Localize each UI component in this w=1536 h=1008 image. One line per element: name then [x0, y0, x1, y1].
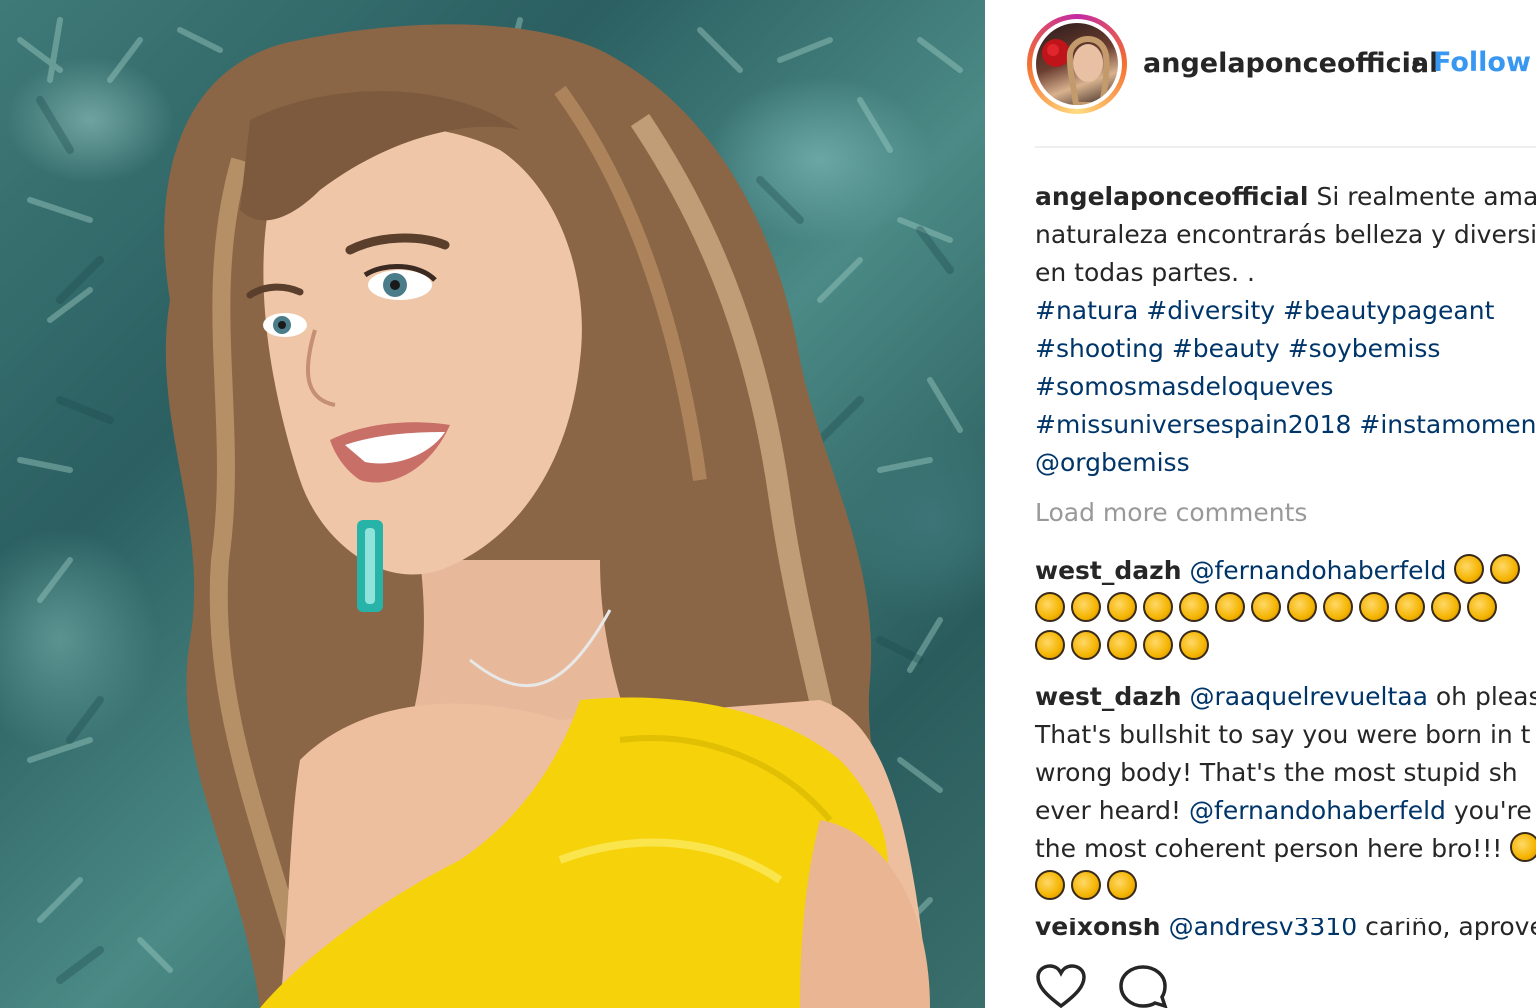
- emoji-row: [1454, 554, 1526, 585]
- caption-mention[interactable]: @orgbemiss: [1035, 444, 1536, 482]
- comment-text: ever heard!: [1035, 796, 1182, 825]
- comment-mention[interactable]: @fernandohaberfeld: [1189, 796, 1446, 825]
- photo-illustration: [17, 17, 963, 1008]
- clapping-hands-icon: [1035, 630, 1065, 660]
- clapping-hands-icon: [1510, 832, 1536, 862]
- caption-hashtags[interactable]: #missuniversespain2018 #instamomen: [1035, 406, 1536, 444]
- comment-text: cariño, aprove: [1365, 918, 1536, 941]
- clapping-hands-icon: [1454, 554, 1485, 584]
- clapping-hands-icon: [1107, 592, 1137, 622]
- clapping-hands-icon: [1251, 592, 1281, 622]
- comment-text: oh pleas: [1435, 682, 1536, 711]
- comment-username[interactable]: west_dazh: [1035, 682, 1182, 711]
- post-header: angelaponceofficial • Follow: [985, 0, 1536, 148]
- clapping-hands-icon: [1359, 592, 1389, 622]
- comment-text: you're: [1453, 796, 1532, 825]
- clapping-hands-icon: [1490, 554, 1521, 584]
- emoji-row: [1035, 870, 1143, 901]
- clapping-hands-icon: [1071, 592, 1101, 622]
- clapping-hands-icon: [1107, 630, 1137, 660]
- post-author-username[interactable]: angelaponceofficial: [1143, 48, 1438, 79]
- emoji-row: [1035, 630, 1215, 661]
- clapping-hands-icon: [1467, 592, 1497, 622]
- emoji-row: [1510, 832, 1536, 863]
- comment-text: wrong body! That's the most stupid sh: [1035, 758, 1518, 787]
- follow-button[interactable]: Follow: [1433, 47, 1531, 78]
- heart-icon[interactable]: [1035, 964, 1087, 1008]
- comment-icon[interactable]: [1117, 964, 1169, 1008]
- clapping-hands-icon: [1215, 592, 1245, 622]
- caption-text: Si realmente amas: [1316, 182, 1536, 211]
- clapping-hands-icon: [1179, 592, 1209, 622]
- clapping-hands-icon: [1431, 592, 1461, 622]
- clapping-hands-icon: [1395, 592, 1425, 622]
- caption-hashtags[interactable]: #somosmasdeloqueves: [1035, 368, 1536, 406]
- caption: angelaponceofficial Si realmente amas na…: [1035, 178, 1536, 482]
- clapping-hands-icon: [1143, 630, 1173, 660]
- clapping-hands-icon: [1179, 630, 1209, 660]
- post-photo[interactable]: [0, 0, 985, 1008]
- comment: west_dazh @raaquelrevueltaa oh pleas Tha…: [1035, 678, 1536, 906]
- caption-username[interactable]: angelaponceofficial: [1035, 182, 1309, 211]
- comment-username[interactable]: veixonsh: [1035, 918, 1161, 941]
- comment-mention[interactable]: @fernandohaberfeld: [1189, 556, 1446, 585]
- clapping-hands-icon: [1323, 592, 1353, 622]
- clapping-hands-icon: [1071, 870, 1101, 900]
- separator-dot: •: [1409, 50, 1424, 78]
- comment-text: That's bullshit to say you were born in …: [1035, 720, 1531, 749]
- avatar-image: [1036, 23, 1118, 105]
- avatar[interactable]: [1027, 14, 1127, 114]
- load-more-comments-button[interactable]: Load more comments: [1035, 498, 1307, 527]
- post-side-panel: angelaponceofficial • Follow angelaponce…: [985, 0, 1536, 1008]
- comment: veixonsh @andresv3310 cariño, aprove: [1035, 918, 1536, 944]
- caption-line: en todas partes. .: [1035, 258, 1255, 287]
- clapping-hands-icon: [1035, 870, 1065, 900]
- clapping-hands-icon: [1143, 592, 1173, 622]
- caption-hashtags[interactable]: #shooting #beauty #soybemiss: [1035, 330, 1536, 368]
- comment: west_dazh @fernandohaberfeld: [1035, 552, 1526, 666]
- caption-line: naturaleza encontrarás belleza y diversi: [1035, 220, 1536, 249]
- comment-username[interactable]: west_dazh: [1035, 556, 1182, 585]
- header-divider: [1035, 146, 1536, 148]
- clapping-hands-icon: [1071, 630, 1101, 660]
- clapping-hands-icon: [1287, 592, 1317, 622]
- clapping-hands-icon: [1035, 592, 1065, 622]
- comment-mention[interactable]: @andresv3310: [1169, 918, 1358, 941]
- comment-mention[interactable]: @raaquelrevueltaa: [1189, 682, 1427, 711]
- clapping-hands-icon: [1107, 870, 1137, 900]
- caption-line: angelaponceofficial Si realmente amas: [1035, 178, 1536, 216]
- emoji-row: [1035, 592, 1503, 623]
- comment-text: the most coherent person here bro!!!: [1035, 834, 1503, 863]
- caption-hashtags[interactable]: #natura #diversity #beautypageant: [1035, 292, 1536, 330]
